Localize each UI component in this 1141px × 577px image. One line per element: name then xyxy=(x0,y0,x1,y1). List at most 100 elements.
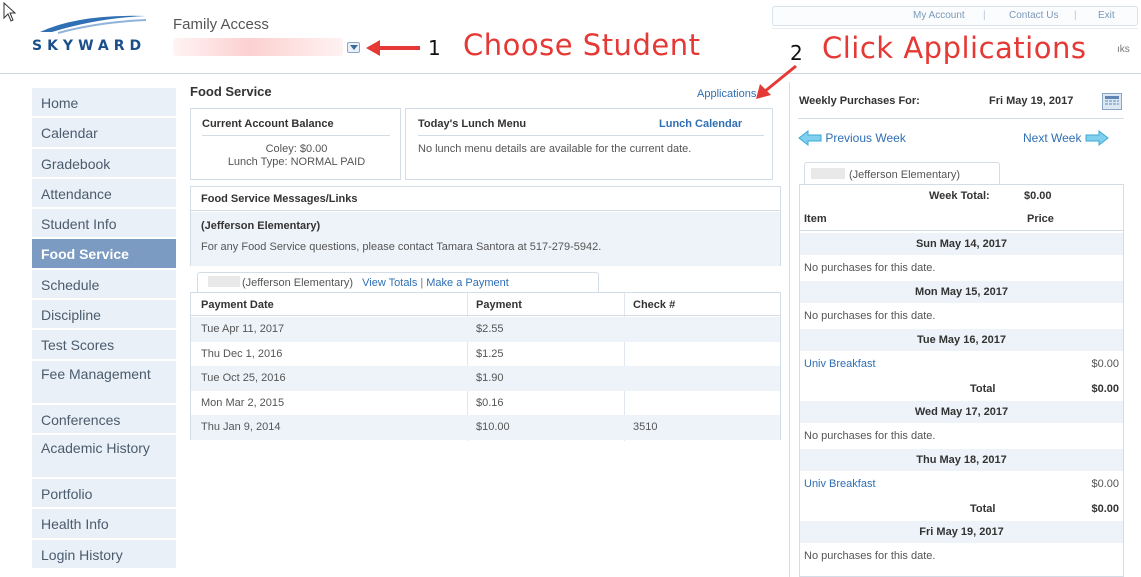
payment-date: Thu Jan 9, 2014 xyxy=(201,421,281,433)
day-header: Wed May 17, 2017 xyxy=(800,401,1123,423)
school-tab[interactable]: (Jefferson Elementary) xyxy=(804,162,1000,184)
nav-item-home[interactable]: Home xyxy=(32,88,176,119)
table-row: Thu Dec 1, 2016 $1.25 xyxy=(191,342,780,367)
payment-amount: $1.25 xyxy=(476,347,504,360)
payment-amount: $2.55 xyxy=(476,323,504,335)
payment-amount: $1.90 xyxy=(476,372,504,384)
annotation-click-applications: Click Applications xyxy=(822,31,1087,65)
weekly-purchases-table: Week Total: $0.00 Item Price Sun May 14,… xyxy=(799,184,1124,577)
no-purchases-text: No purchases for this date. xyxy=(804,550,936,562)
make-payment-link[interactable]: Make a Payment xyxy=(426,277,509,289)
nav-item-schedule[interactable]: Schedule xyxy=(32,269,176,301)
weekly-date: Fri May 19, 2017 xyxy=(989,95,1074,107)
student-name-redacted xyxy=(811,168,845,179)
links-menu-label[interactable]: ıks xyxy=(1117,44,1130,55)
table-row: Tue Apr 11, 2017 $2.55 xyxy=(191,317,780,342)
day-date: Wed May 17, 2017 xyxy=(914,406,1009,418)
list-item: Univ Breakfast $0.00 xyxy=(800,353,1123,375)
column-header-price: Price xyxy=(1027,213,1054,225)
nav-item-portfolio[interactable]: Portfolio xyxy=(32,478,176,510)
messages-body: (Jefferson Elementary) For any Food Serv… xyxy=(191,212,780,266)
nav-item-test-scores[interactable]: Test Scores xyxy=(32,330,176,361)
nav-item-food-service[interactable]: Food Service xyxy=(32,239,176,270)
lunch-menu-box: Today's Lunch Menu Lunch Calendar No lun… xyxy=(405,108,773,180)
payment-date: Tue Oct 25, 2016 xyxy=(201,372,286,384)
calendar-icon[interactable] xyxy=(1102,93,1122,110)
no-purchases-text: No purchases for this date. xyxy=(804,262,936,274)
purchase-price: $0.00 xyxy=(1091,358,1119,370)
list-item: No purchases for this date. xyxy=(800,305,1123,327)
calendar-grid-icon xyxy=(1105,96,1119,105)
week-total-row: Week Total: $0.00 xyxy=(800,185,1123,207)
payment-date: Thu Dec 1, 2016 xyxy=(201,347,283,360)
account-balance-box: Current Account Balance Coley: $0.00 Lun… xyxy=(190,108,401,180)
day-date: Tue May 16, 2017 xyxy=(916,334,1007,346)
column-header-check: Check # xyxy=(633,299,676,311)
school-tab-label: (Jefferson Elementary) xyxy=(849,169,961,181)
nav-item-attendance[interactable]: Attendance xyxy=(32,178,176,210)
balance-amount: Coley: $0.00 xyxy=(265,143,328,155)
nav-item-health-info[interactable]: Health Info xyxy=(32,509,176,540)
day-total-label: Total xyxy=(970,383,996,395)
my-account-link[interactable]: My Account xyxy=(913,10,965,21)
applications-link[interactable]: Applications xyxy=(697,88,756,100)
day-total-row: Total $0.00 xyxy=(800,377,1123,399)
nav-item-discipline[interactable]: Discipline xyxy=(32,300,176,331)
day-total-value: $0.00 xyxy=(1091,383,1119,395)
divider xyxy=(418,135,764,136)
previous-week-button[interactable]: Previous Week xyxy=(798,129,906,147)
account-links-bar: My Account | Contact Us | Exit xyxy=(772,6,1138,26)
skyward-logo: SKYWARD xyxy=(32,12,152,64)
view-totals-link[interactable]: View Totals xyxy=(362,277,417,289)
student-dropdown-button[interactable] xyxy=(347,42,360,53)
column-header-item: Item xyxy=(804,213,827,225)
day-header: Sun May 14, 2017 xyxy=(800,233,1123,255)
list-item: Univ Breakfast $0.00 xyxy=(800,473,1123,495)
contact-us-link[interactable]: Contact Us xyxy=(1009,10,1058,21)
logo-text: SKYWARD xyxy=(32,38,147,54)
annotation-arrow-1 xyxy=(366,40,420,56)
nav-item-conferences[interactable]: Conferences xyxy=(32,404,176,435)
lunch-type: Lunch Type: NORMAL PAID xyxy=(227,156,366,168)
purchase-item-link[interactable]: Univ Breakfast xyxy=(804,478,876,490)
student-selector[interactable] xyxy=(173,38,363,56)
logo-swoosh-icon xyxy=(40,15,147,34)
payment-date: Tue Apr 11, 2017 xyxy=(201,323,285,335)
link-separator: | xyxy=(420,277,424,289)
payment-amount: $0.16 xyxy=(476,396,504,409)
day-total-row: Total $0.00 xyxy=(800,497,1123,519)
nav-item-academic-history[interactable]: Academic History xyxy=(32,434,176,479)
payments-tab[interactable]: (Jefferson Elementary) View Totals | Make … xyxy=(197,272,599,292)
day-header: Fri May 19, 2017 xyxy=(800,521,1123,543)
week-total-value: $0.00 xyxy=(1024,190,1052,202)
table-row: Tue Oct 25, 2016 $1.90 xyxy=(191,366,780,391)
nav-item-student-info[interactable]: Student Info xyxy=(32,209,176,240)
exit-link[interactable]: Exit xyxy=(1098,10,1115,21)
table-header-row: Item Price xyxy=(800,207,1123,231)
list-item: No purchases for this date. xyxy=(800,425,1123,447)
app-title: Family Access xyxy=(173,16,269,33)
nav-item-login-history[interactable]: Login History xyxy=(32,539,176,570)
food-service-panel: Food Service Applications Current Accoun… xyxy=(183,82,781,562)
payment-amount: $10.00 xyxy=(476,421,510,433)
payments-tab-school: (Jefferson Elementary) xyxy=(242,277,354,289)
student-name-redacted xyxy=(173,38,343,56)
purchase-item-link[interactable]: Univ Breakfast xyxy=(804,358,876,370)
header-divider xyxy=(772,28,1138,29)
lunch-menu-heading: Today's Lunch Menu xyxy=(418,118,527,130)
student-name-redacted xyxy=(208,276,240,287)
no-purchases-text: No purchases for this date. xyxy=(804,430,936,442)
nav-item-calendar[interactable]: Calendar xyxy=(32,118,176,149)
nav-item-fee-management[interactable]: Fee Management xyxy=(32,360,176,405)
payment-date: Mon Mar 2, 2015 xyxy=(201,396,285,409)
weekly-purchases-label: Weekly Purchases For: xyxy=(799,95,920,107)
nav-item-gradebook[interactable]: Gradebook xyxy=(32,148,176,179)
no-purchases-text: No purchases for this date. xyxy=(804,310,936,322)
next-week-label: Next Week xyxy=(1023,131,1082,145)
lunch-calendar-link[interactable]: Lunch Calendar xyxy=(659,118,742,130)
messages-text: For any Food Service questions, please c… xyxy=(201,241,602,253)
messages-heading: Food Service Messages/Links xyxy=(191,187,780,211)
balance-heading: Current Account Balance xyxy=(202,118,334,130)
day-header: Mon May 15, 2017 xyxy=(800,281,1123,303)
next-week-button[interactable]: Next Week xyxy=(1023,129,1109,147)
